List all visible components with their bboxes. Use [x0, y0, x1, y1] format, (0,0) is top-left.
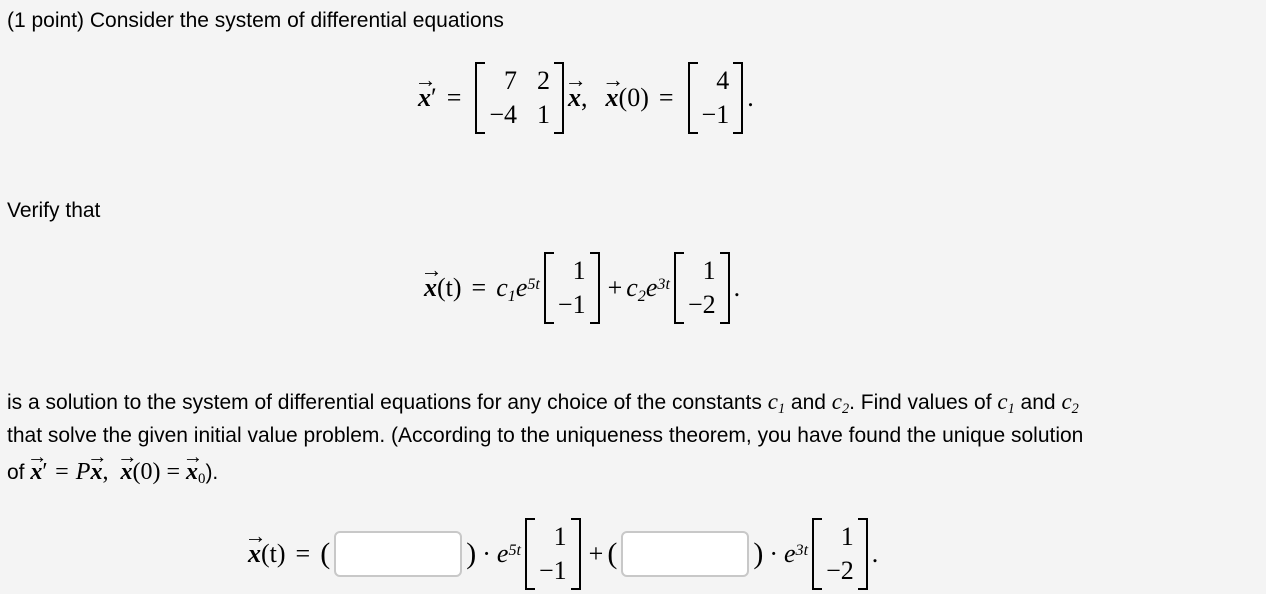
eigenvector-1: 1 −1 — [543, 252, 600, 324]
system-equation: x ′ = 7 2 −4 1 x , x (0) = 4 −1 . — [418, 62, 754, 134]
general-solution-equation: x (t) = c1 e5t 1 −1 + c2 e3t 1 −2 . — [424, 252, 740, 324]
equals-sign: = — [446, 83, 462, 112]
equals-sign: = — [658, 83, 674, 112]
vector-entry: −1 — [701, 100, 730, 129]
problem-intro: (1 point) Consider the system of differe… — [7, 9, 504, 32]
right-bracket — [857, 518, 868, 590]
c1-answer-input[interactable] — [334, 531, 463, 577]
open-paren: ( — [607, 537, 618, 570]
plus-sign: + — [588, 539, 604, 568]
coefficient-matrix: 7 2 −4 1 — [475, 62, 565, 134]
right-bracket — [589, 252, 600, 324]
left-bracket — [524, 518, 535, 590]
vector-entry: 1 — [702, 256, 716, 285]
close-paren: ) — [753, 537, 764, 570]
c2-symbol: c2 — [831, 389, 850, 418]
exponential: e3t — [645, 273, 670, 302]
left-bracket — [812, 518, 823, 590]
right-bracket — [733, 62, 744, 134]
answer-equation: x (t) = ( ) · e5t 1 −1 + ( ) · e3t 1 −2 … — [248, 518, 878, 590]
vector-entry: −1 — [538, 556, 567, 585]
constant-c2: c2 — [626, 273, 646, 305]
exponential: e3t — [783, 539, 809, 568]
vector-entry: 1 — [840, 522, 854, 551]
multiply-dot: · — [482, 539, 491, 568]
initial-condition-vector: 4 −1 — [687, 62, 744, 134]
vector-entry: −2 — [826, 556, 854, 585]
period: . — [871, 539, 879, 568]
vector-entry: 1 — [572, 256, 586, 285]
right-bracket — [570, 518, 581, 590]
matrix-entry: −4 — [489, 100, 518, 129]
equals-sign: = — [295, 539, 311, 568]
vector-entry: 1 — [553, 522, 567, 551]
paragraph-line-1: is a solution to the system of different… — [7, 389, 1079, 418]
vector-x-symbol: x — [568, 83, 581, 113]
period: . — [747, 83, 754, 112]
vector-entry: −1 — [557, 290, 586, 319]
c2-symbol: c2 — [1061, 389, 1079, 418]
close-paren: ) — [466, 537, 477, 570]
c1-symbol: c1 — [997, 389, 1015, 418]
matrix-entry: 2 — [537, 66, 551, 95]
vector-x-symbol: x — [606, 83, 619, 113]
matrix-entry: 7 — [504, 66, 518, 95]
vector-x-symbol: x — [418, 83, 431, 113]
plus-sign: + — [607, 273, 623, 302]
matrix-entry: 1 — [537, 100, 551, 129]
equals-sign: = — [471, 273, 487, 302]
constant-c1: c1 — [496, 273, 516, 305]
left-bracket — [687, 62, 698, 134]
eigenvector-2: 1 −2 — [673, 252, 730, 324]
vector-entry: 4 — [716, 66, 730, 95]
eigenvector-1: 1 −1 — [524, 518, 581, 590]
c1-symbol: c1 — [767, 389, 786, 418]
c2-answer-input[interactable] — [621, 531, 750, 577]
left-bracket — [673, 252, 684, 324]
vector-x-symbol: x — [248, 539, 261, 569]
right-bracket — [554, 62, 565, 134]
paragraph-line-3: of x′ = Px, x(0) = x0). — [7, 455, 218, 492]
left-bracket — [543, 252, 554, 324]
open-paren: ( — [320, 537, 331, 570]
right-bracket — [719, 252, 730, 324]
verify-label: Verify that — [7, 199, 101, 222]
left-bracket — [475, 62, 486, 134]
paragraph-line-2: that solve the given initial value probl… — [7, 424, 1084, 447]
exponential: e5t — [515, 273, 540, 302]
vector-entry: −2 — [687, 290, 716, 319]
exponential: e5t — [496, 539, 521, 568]
period: . — [733, 273, 741, 302]
multiply-dot: · — [769, 539, 778, 568]
eigenvector-2: 1 −2 — [812, 518, 868, 590]
vector-x-symbol: x — [424, 273, 437, 303]
